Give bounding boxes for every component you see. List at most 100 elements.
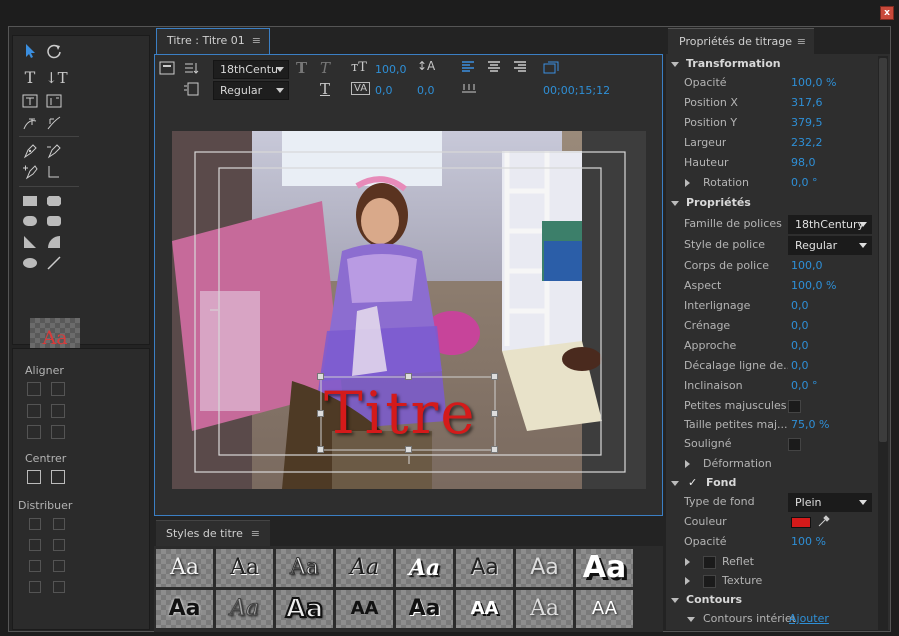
new-title-icon[interactable] bbox=[159, 61, 175, 78]
property-value[interactable]: 0,0 bbox=[791, 336, 809, 356]
fill-color-swatch[interactable] bbox=[791, 517, 811, 528]
bold-icon[interactable]: T bbox=[296, 59, 307, 77]
underline-icon[interactable]: T bbox=[320, 80, 330, 98]
background-timecode[interactable]: 00;00;15;12 bbox=[543, 84, 610, 97]
title-text-object[interactable]: Titre bbox=[324, 379, 477, 447]
underline-checkbox[interactable] bbox=[788, 438, 801, 451]
rotation-tool-icon[interactable] bbox=[45, 42, 63, 60]
property-row-distort[interactable]: Déformation bbox=[666, 454, 876, 474]
tab-title-styles[interactable]: Styles de titre ≡ bbox=[156, 520, 270, 546]
resize-handle[interactable] bbox=[491, 446, 498, 453]
sheen-checkbox[interactable] bbox=[703, 556, 716, 569]
texture-checkbox[interactable] bbox=[703, 575, 716, 588]
property-value[interactable]: 75,0 % bbox=[791, 415, 829, 435]
resize-handle[interactable] bbox=[405, 446, 412, 453]
align-right-icon[interactable] bbox=[27, 425, 41, 439]
style-swatch[interactable]: AA bbox=[336, 590, 393, 628]
title-canvas[interactable]: Titre bbox=[172, 131, 646, 489]
font-style-dropdown[interactable]: Regular bbox=[213, 81, 289, 100]
style-swatch[interactable]: Aa bbox=[216, 549, 273, 587]
tab-title-editor[interactable]: Titre : Titre 01 ≡ bbox=[156, 28, 270, 54]
property-value[interactable]: 0,0 ° bbox=[791, 376, 818, 396]
align-text-center-icon[interactable] bbox=[487, 61, 501, 76]
delete-anchor-tool-icon[interactable] bbox=[45, 142, 63, 160]
distribute-horizontal-spacing-icon[interactable] bbox=[29, 581, 41, 593]
resize-handle[interactable] bbox=[405, 373, 412, 380]
style-swatch[interactable]: Aa bbox=[216, 590, 273, 628]
property-row-texture[interactable]: Texture bbox=[666, 571, 876, 591]
center-vertical-icon[interactable] bbox=[27, 470, 41, 484]
property-value[interactable]: 100,0 % bbox=[791, 73, 836, 93]
property-row-rotation[interactable]: Rotation 0,0 ° bbox=[666, 173, 876, 193]
align-top-icon[interactable] bbox=[51, 382, 65, 396]
line-tool-icon[interactable] bbox=[45, 254, 63, 272]
selection-tool-icon[interactable] bbox=[21, 42, 39, 60]
roll-crawl-options-icon[interactable] bbox=[183, 61, 199, 78]
property-value[interactable]: 0,0 bbox=[791, 296, 809, 316]
property-value[interactable]: 100,0 % bbox=[791, 276, 836, 296]
align-text-right-icon[interactable] bbox=[513, 61, 527, 76]
style-swatch[interactable]: Aa bbox=[276, 549, 333, 587]
style-swatch[interactable]: Aa bbox=[396, 549, 453, 587]
section-fill[interactable]: ✓ Fond bbox=[666, 473, 876, 493]
align-center-horizontal-icon[interactable] bbox=[27, 404, 41, 418]
pen-tool-icon[interactable] bbox=[21, 142, 39, 160]
scrollbar-thumb[interactable] bbox=[879, 58, 887, 442]
tab-title-properties[interactable]: Propriétés de titrage ≡ bbox=[668, 28, 814, 54]
section-strokes[interactable]: Contours bbox=[666, 590, 876, 610]
distribute-left-icon[interactable] bbox=[29, 518, 41, 530]
panel-menu-icon[interactable]: ≡ bbox=[251, 521, 260, 547]
wedge-tool-icon[interactable] bbox=[21, 233, 39, 251]
vertical-path-type-tool-icon[interactable] bbox=[45, 114, 63, 132]
distribute-top-icon[interactable] bbox=[53, 518, 65, 530]
style-swatch[interactable]: Aa bbox=[516, 590, 573, 628]
style-swatch[interactable]: AA bbox=[456, 590, 513, 628]
resize-handle[interactable] bbox=[317, 373, 324, 380]
fill-checkbox-icon[interactable]: ✓ bbox=[688, 473, 697, 493]
fill-type-dropdown[interactable]: Plein bbox=[788, 493, 872, 512]
kerning-value[interactable]: 0,0 bbox=[375, 84, 393, 97]
close-button[interactable]: x bbox=[880, 6, 894, 20]
property-value[interactable]: 100,0 bbox=[791, 256, 823, 276]
tab-stops-icon[interactable] bbox=[461, 82, 477, 97]
italic-icon[interactable]: T bbox=[320, 59, 330, 77]
distribute-vertical-spacing-icon[interactable] bbox=[53, 581, 65, 593]
section-properties[interactable]: Propriétés bbox=[666, 193, 876, 213]
distribute-bottom-icon[interactable] bbox=[53, 560, 65, 572]
property-value[interactable]: 232,2 bbox=[791, 133, 823, 153]
center-horizontal-icon[interactable] bbox=[51, 470, 65, 484]
panel-menu-icon[interactable]: ≡ bbox=[797, 29, 806, 55]
distribute-center-vertical-icon[interactable] bbox=[53, 539, 65, 551]
property-value[interactable]: 0,0 ° bbox=[791, 173, 818, 193]
property-value[interactable]: 317,6 bbox=[791, 93, 823, 113]
resize-handle[interactable] bbox=[491, 410, 498, 417]
property-value[interactable]: 379,5 bbox=[791, 113, 823, 133]
resize-handle[interactable] bbox=[317, 446, 324, 453]
type-tool-icon[interactable]: T bbox=[21, 69, 39, 87]
align-bottom-icon[interactable] bbox=[51, 425, 65, 439]
rectangle-tool-icon[interactable] bbox=[21, 192, 39, 210]
property-value[interactable]: 0,0 bbox=[791, 356, 809, 376]
property-value[interactable]: 0,0 bbox=[791, 316, 809, 336]
distribute-center-horizontal-icon[interactable] bbox=[29, 539, 41, 551]
style-swatch[interactable]: Aa bbox=[336, 549, 393, 587]
property-value[interactable]: 100 % bbox=[791, 532, 826, 552]
font-style-dropdown[interactable]: Regular bbox=[788, 236, 872, 255]
property-row-sheen[interactable]: Reflet bbox=[666, 552, 876, 572]
rounded-corner-rectangle-tool-icon[interactable] bbox=[45, 212, 63, 230]
convert-anchor-tool-icon[interactable] bbox=[45, 163, 63, 181]
leading-value[interactable]: 0,0 bbox=[417, 84, 435, 97]
style-swatch[interactable]: Aa bbox=[576, 549, 633, 587]
small-caps-checkbox[interactable] bbox=[788, 400, 801, 413]
style-swatch[interactable]: Aa bbox=[156, 590, 213, 628]
align-text-left-icon[interactable] bbox=[461, 61, 475, 76]
font-size-value[interactable]: 100,0 bbox=[375, 63, 407, 76]
vertical-area-type-tool-icon[interactable] bbox=[45, 92, 63, 110]
clipped-corner-rectangle-tool-icon[interactable] bbox=[45, 192, 63, 210]
style-swatch[interactable]: Aa bbox=[396, 590, 453, 628]
resize-handle[interactable] bbox=[491, 373, 498, 380]
arc-tool-icon[interactable] bbox=[45, 233, 63, 251]
align-left-icon[interactable] bbox=[27, 382, 41, 396]
rounded-rectangle-tool-icon[interactable] bbox=[21, 212, 39, 230]
style-swatch[interactable]: Aa bbox=[516, 549, 573, 587]
